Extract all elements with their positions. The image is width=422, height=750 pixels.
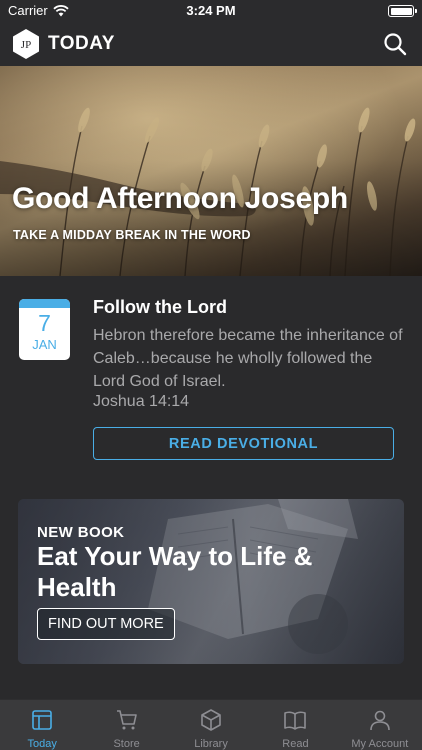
status-bar: Carrier 3:24 PM <box>0 0 422 22</box>
nav-bar: JP TODAY <box>0 22 422 66</box>
page-title: TODAY <box>48 33 115 54</box>
status-time: 3:24 PM <box>186 3 236 18</box>
today-icon <box>32 710 53 730</box>
tab-my-account[interactable]: My Account <box>338 700 422 750</box>
calendar-date-icon: 7 JAN <box>19 299 70 360</box>
tab-label-read: Read <box>282 738 309 750</box>
promo-title: Eat Your Way to Life & Health <box>37 541 313 602</box>
promo-kicker: NEW BOOK <box>37 524 125 541</box>
calendar-month: JAN <box>32 337 57 352</box>
hero-banner[interactable]: Good Afternoon Joseph TAKE A MIDDAY BREA… <box>0 66 422 276</box>
tab-library[interactable]: Library <box>169 700 253 750</box>
hero-greeting: Good Afternoon Joseph <box>12 182 348 215</box>
tab-read[interactable]: Read <box>253 700 337 750</box>
calendar-day: 7 <box>38 310 51 336</box>
box-icon <box>201 709 221 731</box>
cart-icon <box>116 710 137 730</box>
hero-subtitle: TAKE A MIDDAY BREAK IN THE WORD <box>13 228 251 242</box>
devotional-verse: Hebron therefore became the inheritance … <box>93 327 403 390</box>
read-devotional-button[interactable]: READ DEVOTIONAL <box>93 427 394 460</box>
calendar-header <box>19 299 70 308</box>
find-out-more-button[interactable]: FIND OUT MORE <box>37 608 175 640</box>
promo-card[interactable]: NEW BOOK Eat Your Way to Life & Health F… <box>18 499 404 664</box>
tab-store[interactable]: Store <box>84 700 168 750</box>
logo-text: JP <box>21 39 31 51</box>
book-icon <box>284 711 307 730</box>
person-icon <box>370 710 390 731</box>
tab-label-store: Store <box>113 738 140 750</box>
hero-overlay <box>0 66 422 276</box>
search-icon[interactable] <box>382 31 408 57</box>
jp-logo-icon: JP <box>13 29 39 59</box>
tab-label-my-account: My Account <box>351 738 409 750</box>
tab-bar: Today Store Library Read My Account <box>0 699 422 750</box>
tab-label-today: Today <box>27 738 57 750</box>
tab-label-library: Library <box>194 738 228 750</box>
devotional-reference: Joshua 14:14 <box>93 393 190 410</box>
battery-icon <box>388 5 417 17</box>
tab-today[interactable]: Today <box>0 700 84 750</box>
devotional-title: Follow the Lord <box>93 297 227 317</box>
